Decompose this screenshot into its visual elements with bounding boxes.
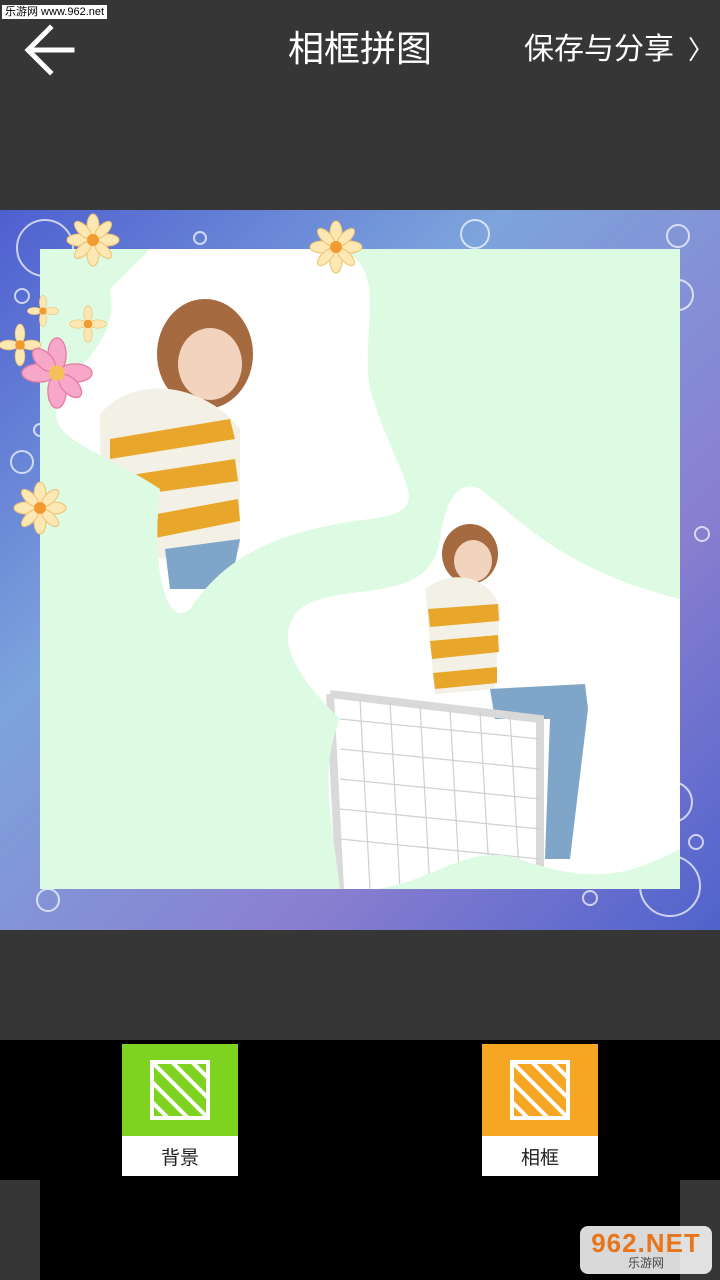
watermark-logo-subtext: 乐游网: [627, 1256, 664, 1270]
background-label: 背景: [122, 1136, 238, 1176]
background-button[interactable]: 背景: [122, 1044, 238, 1176]
background-swatch: [122, 1044, 238, 1136]
chevron-right-icon: 〉: [687, 36, 714, 66]
frame-label: 相框: [482, 1136, 598, 1176]
collage-canvas[interactable]: [0, 210, 720, 930]
flowers-decoration: [0, 213, 363, 535]
watermark-logo: 962.NET 乐游网: [580, 1226, 712, 1274]
frame-swatch: [482, 1044, 598, 1136]
stripes-icon: [510, 1060, 570, 1120]
top-bar: 相框拼图 保存与分享〉: [0, 0, 720, 100]
bottom-toolbar: 背景 相框 962.NET 乐游网: [0, 1040, 720, 1280]
arrow-left-icon: [24, 24, 75, 76]
save-share-button[interactable]: 保存与分享〉: [524, 28, 714, 73]
watermark-logo-text: 962.NET: [591, 1228, 701, 1258]
back-button[interactable]: [18, 18, 82, 82]
stripes-icon: [150, 1060, 210, 1120]
save-share-label: 保存与分享: [523, 32, 674, 67]
bottom-side-left: [0, 1180, 40, 1280]
frame-button[interactable]: 相框: [482, 1044, 598, 1176]
